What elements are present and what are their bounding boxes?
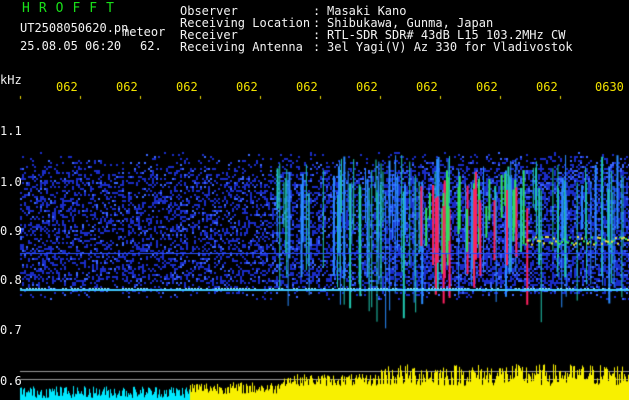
y-tick-label: 0.7	[0, 323, 22, 337]
y-tick-label: 1.1	[0, 124, 22, 138]
app-title: HROFFT	[22, 1, 123, 16]
y-tick-label: 0.9	[0, 224, 22, 238]
time-tick-label: 062	[176, 80, 198, 94]
y-tick-label: 1.0	[0, 175, 22, 189]
time-tick-label: 062	[116, 80, 138, 94]
capture-datetime: 25.08.05 06:20	[20, 39, 122, 53]
time-tick-label: 062	[536, 80, 558, 94]
value-antenna: 3el Yagi(V) Az 330 for Vladivostok	[327, 40, 573, 54]
time-tick-label: 062	[296, 80, 318, 94]
time-tick-label: 062	[476, 80, 498, 94]
separator: :	[313, 40, 321, 54]
event-type: meteor	[122, 25, 166, 39]
y-tick-label: 0.8	[0, 273, 22, 287]
time-tick-label: 062	[356, 80, 378, 94]
y-axis-unit: kHz	[0, 73, 22, 87]
time-tick-label: 0630	[595, 80, 624, 94]
event-count: 62.	[140, 39, 162, 53]
spectrogram-canvas	[0, 0, 629, 400]
time-tick-label: 062	[416, 80, 438, 94]
time-tick-label: 062	[56, 80, 78, 94]
label-antenna: Receiving Antenna	[180, 40, 303, 54]
time-tick-label: 062	[236, 80, 258, 94]
y-tick-label: 0.6	[0, 374, 22, 388]
file-name: UT2508050620.pn	[20, 21, 129, 35]
